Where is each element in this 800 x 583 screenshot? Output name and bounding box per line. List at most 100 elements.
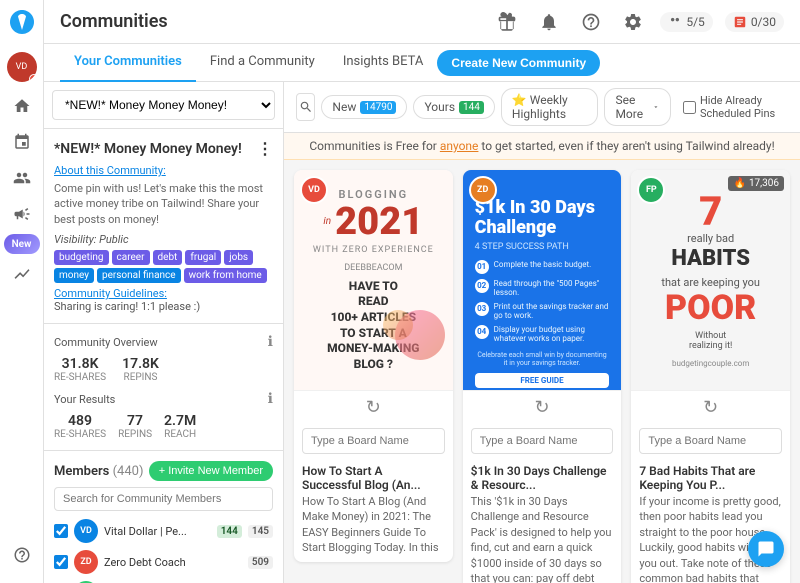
pin-board-row-3 [631,424,790,460]
tag-budgeting[interactable]: budgeting [54,250,109,265]
new-badge: 14790 [360,101,396,114]
tag-money[interactable]: money [54,268,94,283]
members-count: (440) [113,464,144,479]
queue-counter[interactable]: 0/30 [725,12,784,32]
pin-actions-1: ↻ [294,390,453,424]
community-selector: *NEW!* Money Money Money! [44,82,283,129]
filter-see-more-btn[interactable]: See More [604,88,670,126]
member-extra-1: 145 [248,525,273,538]
pin-board-row-2 [463,424,622,460]
header-actions: 5/5 0/30 [492,7,784,37]
app-logo[interactable] [8,8,36,40]
pin-refresh-btn-3[interactable]: ↻ [703,397,718,418]
sidebar-help-btn[interactable] [6,539,38,571]
community-name: *NEW!* Money Money Money! ⋮ [54,139,273,158]
content-area: *NEW!* Money Money Money! *NEW!* Money M… [44,82,800,583]
sidebar-new-badge: New [4,234,40,254]
pin-board-input-1[interactable] [302,428,445,454]
community-info: *NEW!* Money Money Money! ⋮ About this C… [44,129,283,324]
tag-personal-finance[interactable]: personal finance [97,268,181,283]
pin-board-input-2[interactable] [471,428,614,454]
filter-new-btn[interactable]: New 14790 [321,95,407,119]
community-description: Come pin with us! Let's make this the mo… [54,181,273,227]
queue-count-value: 0/30 [751,15,776,29]
pin-desc-2: This '$1k in 30 Days Challenge and Resou… [463,494,622,583]
search-members-input[interactable] [54,487,273,511]
list-item: ZD Zero Debt Coach 509 [54,548,273,576]
member-list: VD Vital Dollar | Pe... 144 145 ZD Zero … [54,517,273,583]
tag-jobs[interactable]: jobs [224,250,253,265]
community-stats-row: 31.8K RE-SHARES 17.8K REPINS [54,356,273,383]
left-panel: *NEW!* Money Money Money! *NEW!* Money M… [44,82,284,583]
settings-icon-btn[interactable] [618,7,648,37]
member-checkbox-2[interactable] [54,555,68,569]
about-link[interactable]: About this Community: [54,164,273,177]
tab-insights[interactable]: Insights BETA [329,44,438,82]
member-checkbox-1[interactable] [54,524,68,538]
info-banner-link[interactable]: anyone [440,139,479,153]
tabs: Your Communities Find a Community Insigh… [60,44,600,82]
community-select-input[interactable]: *NEW!* Money Money Money! [52,90,275,120]
pin-column-2: ZD 🔥 5,061 $1k In 30 DaysChallenge 4 STE… [463,170,622,583]
filter-bar: New 14790 Yours 144 ⭐ Weekly Highlights … [284,82,800,133]
reshares-stat: 31.8K RE-SHARES [54,356,106,383]
pin-image-habits: FP 🔥 17,306 7 really bad HABITS that are… [631,170,790,390]
pin-count-3: 🔥 17,306 [728,176,784,191]
sidebar-speaker-btn[interactable] [6,198,38,230]
member-name-1: Vital Dollar | Pe... [104,525,211,538]
yours-badge: 144 [459,101,484,114]
pin-board-input-3[interactable] [639,428,782,454]
pin-image-blogging: VD BLOGGING in 2021 WITH ZERO EXPERIENCE… [294,170,453,390]
pin-refresh-btn-1[interactable]: ↻ [366,397,381,418]
member-name-2: Zero Debt Coach [104,556,242,569]
pin-card-blogging: VD BLOGGING in 2021 WITH ZERO EXPERIENCE… [294,170,453,562]
tab-your-communities[interactable]: Your Communities [60,44,196,82]
pin-user-avatar-2: ZD [469,176,497,204]
sidebar-home-btn[interactable] [6,90,38,122]
tag-frugal[interactable]: frugal [185,250,221,265]
stats-title: Community Overview ℹ [54,334,273,350]
community-menu-icon[interactable]: ⋮ [257,139,273,158]
your-repins-stat: 77 REPINS [118,413,152,440]
pin-card-habits: FP 🔥 17,306 7 really bad HABITS that are… [631,170,790,583]
pin-actions-2: ↻ [463,390,622,424]
user-avatar[interactable]: VD [7,52,37,82]
members-header: Members (440) + Invite New Member [54,461,273,481]
sidebar-pin-btn[interactable] [6,126,38,158]
tag-debt[interactable]: debt [153,250,183,265]
pin-refresh-btn-2[interactable]: ↻ [534,397,549,418]
tag-list: budgeting career debt frugal jobs money … [54,250,273,283]
tag-work-from-home[interactable]: work from home [184,268,267,283]
sidebar-chart-btn[interactable] [6,258,38,290]
help-icon-btn[interactable] [576,7,606,37]
filter-search-btn[interactable] [296,93,315,121]
pin-card-challenge: ZD 🔥 5,061 $1k In 30 DaysChallenge 4 STE… [463,170,622,583]
repins-stat: 17.8K REPINS [122,356,159,383]
hide-scheduled-checkbox[interactable] [683,101,696,114]
tab-find-community[interactable]: Find a Community [196,44,329,82]
pin-title-2: $1k In 30 Days Challenge & Resourc... [463,460,622,494]
your-results-info-icon[interactable]: ℹ [268,391,273,407]
your-results: Your Results ℹ 489 RE-SHARES 77 REPINS [54,391,273,440]
page-title: Communities [60,11,168,32]
list-item: VD Vital Dollar | Pe... 144 145 [54,517,273,545]
filter-highlights-btn[interactable]: ⭐ Weekly Highlights [501,88,599,126]
your-reshares-stat: 489 RE-SHARES [54,413,106,440]
filter-yours-btn[interactable]: Yours 144 [413,95,494,119]
stats-info-icon[interactable]: ℹ [268,334,273,350]
guidelines-link[interactable]: Community Guidelines: [54,287,167,300]
pin-actions-3: ↻ [631,390,790,424]
schedule-counter[interactable]: 5/5 [660,12,712,32]
create-community-btn[interactable]: Create New Community [437,50,600,76]
help-bubble-btn[interactable] [748,531,784,567]
avatar-badge [29,74,37,82]
pin-title-1: How To Start A Successful Blog (An... [294,460,453,494]
pins-grid: VD BLOGGING in 2021 WITH ZERO EXPERIENCE… [284,160,800,583]
notification-icon-btn[interactable] [534,7,564,37]
your-results-title: Your Results ℹ [54,391,273,407]
tag-career[interactable]: career [112,250,150,265]
pin-image-challenge: ZD 🔥 5,061 $1k In 30 DaysChallenge 4 STE… [463,170,622,390]
gift-icon-btn[interactable] [492,7,522,37]
sidebar-analytics-btn[interactable] [6,162,38,194]
invite-member-btn[interactable]: + Invite New Member [149,461,273,481]
